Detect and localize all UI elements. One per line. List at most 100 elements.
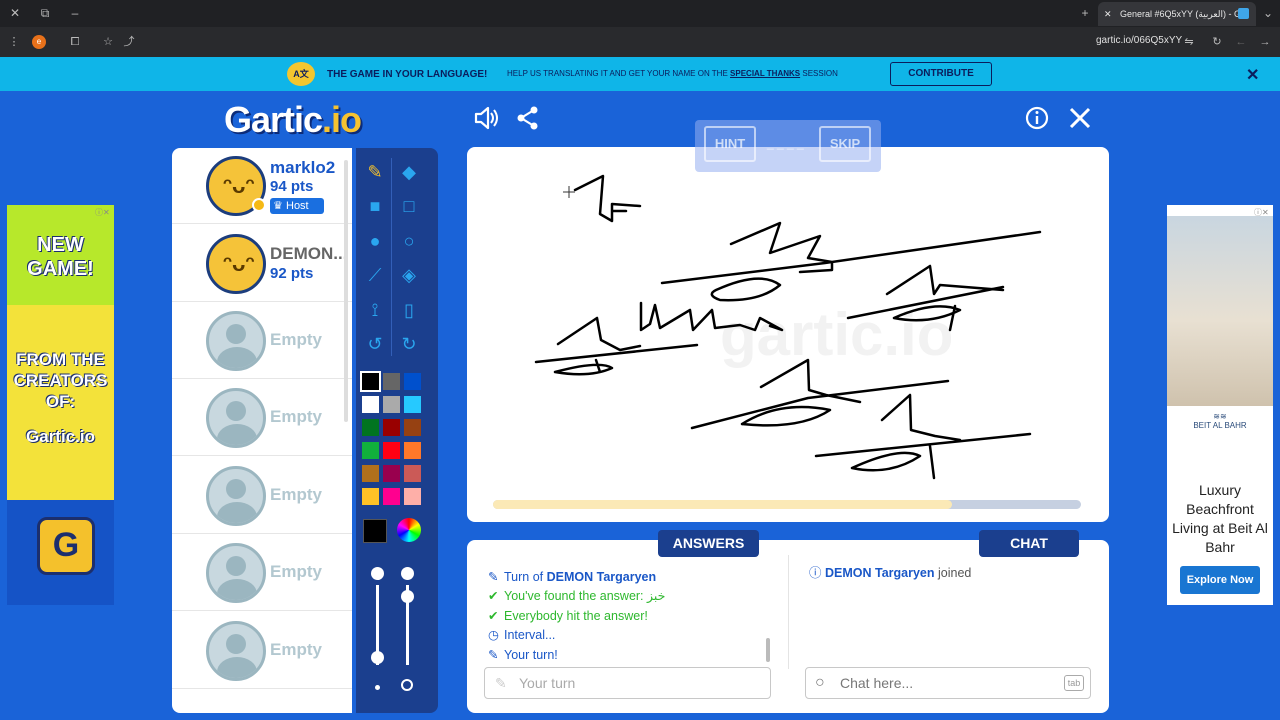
skip-button[interactable]: SKIP: [819, 126, 871, 162]
color-swatch[interactable]: [362, 488, 379, 505]
explore-now-button[interactable]: Explore Now: [1180, 566, 1260, 594]
color-swatch[interactable]: [362, 419, 379, 436]
player-row[interactable]: ᵔᴗᵔ DEMON... 92 pts: [172, 226, 352, 302]
tab-key-hint: tab: [1064, 675, 1084, 691]
avatar-body: [217, 424, 257, 445]
ad-right-brand: ≋≋ BEIT AL BAHR: [1193, 412, 1247, 430]
avatar-head: [226, 401, 246, 421]
sound-icon[interactable]: [472, 104, 500, 132]
color-swatch[interactable]: [404, 419, 421, 436]
panel-divider: [788, 555, 789, 669]
color-swatch[interactable]: [360, 371, 381, 392]
back-icon[interactable]: ←: [1234, 35, 1248, 49]
rectangle-tool-icon[interactable]: □: [395, 192, 423, 220]
color-swatch[interactable]: [362, 396, 379, 413]
player-slot-empty: Empty: [172, 535, 352, 611]
pencil-tool-icon[interactable]: ✎: [361, 158, 389, 186]
fill-bucket-tool-icon[interactable]: ◈: [395, 261, 423, 289]
answer-input[interactable]: ✎ Your turn: [484, 667, 771, 699]
color-swatch[interactable]: [383, 442, 400, 459]
new-page-tool-icon[interactable]: ▯: [395, 296, 423, 324]
new-tab-icon[interactable]: +: [1077, 5, 1093, 21]
color-swatch[interactable]: [404, 442, 421, 459]
player-list-scrollbar[interactable]: [344, 160, 348, 422]
extension-icon[interactable]: e: [32, 35, 46, 49]
share-game-icon[interactable]: [514, 104, 542, 132]
tab-answers[interactable]: ANSWERS: [658, 530, 759, 557]
forward-icon[interactable]: →: [1258, 35, 1272, 49]
share-icon[interactable]: ⤴: [122, 35, 136, 49]
ad-right-headline: Luxury Beachfront Living at Beit Al Bahr: [1172, 482, 1268, 555]
info-icon[interactable]: [1023, 104, 1051, 132]
chat-input-placeholder: Chat here...: [840, 675, 914, 691]
tab-list-icon[interactable]: ⌄: [1260, 5, 1276, 21]
undo-tool-icon[interactable]: ↺: [361, 330, 389, 358]
answers-scrollbar[interactable]: [766, 638, 770, 662]
bookmark-star-icon[interactable]: ☆: [101, 35, 115, 49]
site-settings-icon[interactable]: ⇋: [1182, 35, 1196, 49]
banner-close-icon[interactable]: ✕: [1246, 65, 1259, 85]
message-text: Everybody hit the answer!: [504, 609, 648, 623]
extensions-puzzle-icon[interactable]: ⧠: [68, 35, 82, 49]
url-text[interactable]: gartic.io/066Q5xYY: [1096, 35, 1182, 46]
reload-icon[interactable]: ↻: [1210, 35, 1224, 49]
contribute-button[interactable]: CONTRIBUTE: [890, 62, 992, 86]
ad-left[interactable]: NEW GAME! FROM THE CREATORS OF: Gartic.i…: [7, 205, 114, 605]
special-thanks-link[interactable]: SPECIAL THANKS: [730, 69, 800, 78]
filled-rectangle-tool-icon[interactable]: ■: [361, 192, 389, 220]
color-swatch[interactable]: [404, 373, 421, 390]
color-wheel-icon[interactable]: [397, 518, 421, 542]
color-swatch[interactable]: [404, 396, 421, 413]
chat-input[interactable]: ○ Chat here...: [805, 667, 1091, 699]
avatar-body: [217, 657, 257, 678]
player-slot-empty: Empty: [172, 380, 352, 456]
color-swatch[interactable]: [383, 373, 400, 390]
tab-search-icon[interactable]: ⧉: [37, 5, 53, 21]
pencil-icon: ✎: [488, 570, 499, 584]
current-color[interactable]: [363, 519, 387, 543]
color-swatch[interactable]: [362, 465, 379, 482]
color-swatch[interactable]: [383, 465, 400, 482]
exit-game-icon[interactable]: [1066, 104, 1094, 132]
minimize-icon[interactable]: –: [67, 5, 83, 21]
eyedropper-tool-icon[interactable]: ⟟: [361, 296, 389, 324]
brush-size-top-knob: [371, 567, 384, 580]
tab-close-icon[interactable]: ✕: [1104, 2, 1112, 26]
drawing-canvas[interactable]: gartic.io: [467, 147, 1109, 522]
opacity-top-knob: [401, 567, 414, 580]
close-window-icon[interactable]: ✕: [7, 5, 23, 21]
browser-tab[interactable]: ✕ General #6Q5xYY (العربية) - Gar: [1098, 2, 1256, 26]
opacity-handle[interactable]: [401, 590, 414, 603]
color-swatch[interactable]: [383, 419, 400, 436]
gartic-g-icon: G: [37, 517, 95, 575]
brush-size-handle[interactable]: [371, 651, 384, 664]
banner-text-prefix: HELP US TRANSLATING IT AND GET YOUR NAME…: [507, 69, 728, 78]
menu-dots-icon[interactable]: ⋮: [7, 35, 21, 49]
color-swatch[interactable]: [404, 488, 421, 505]
circle-tool-icon[interactable]: ○: [395, 227, 423, 255]
filled-circle-tool-icon[interactable]: ●: [361, 227, 389, 255]
tab-chat[interactable]: CHAT: [979, 530, 1079, 557]
ad-choices-icon[interactable]: ⓘ✕: [95, 207, 110, 218]
hidden-word: _ _ _ _: [767, 136, 804, 150]
redo-tool-icon[interactable]: ↻: [395, 330, 423, 358]
cursor-crosshair-icon: [563, 186, 575, 198]
empty-avatar-icon: [206, 388, 266, 448]
avatar-head: [226, 324, 246, 344]
chat-bubble-icon: ○: [815, 674, 825, 691]
online-status-icon: [252, 198, 266, 212]
color-swatch[interactable]: [383, 396, 400, 413]
color-swatch[interactable]: [404, 465, 421, 482]
color-swatch[interactable]: [383, 488, 400, 505]
player-name: Empty: [270, 562, 322, 581]
line-tool-icon[interactable]: ⟋: [361, 261, 389, 289]
message-text: Turn of: [504, 570, 547, 584]
color-swatch[interactable]: [362, 442, 379, 459]
ad-hotel-image: [1167, 216, 1273, 406]
tab-title: General #6Q5xYY (العربية) - Gar: [1120, 9, 1249, 19]
player-row[interactable]: ᵔᴗᵔ marklo2 94 pts Host: [172, 148, 352, 224]
eraser-tool-icon[interactable]: ◆: [395, 158, 423, 186]
answer-input-placeholder: Your turn: [519, 675, 576, 691]
avatar-body: [217, 579, 257, 600]
hint-button[interactable]: HINT: [704, 126, 756, 162]
